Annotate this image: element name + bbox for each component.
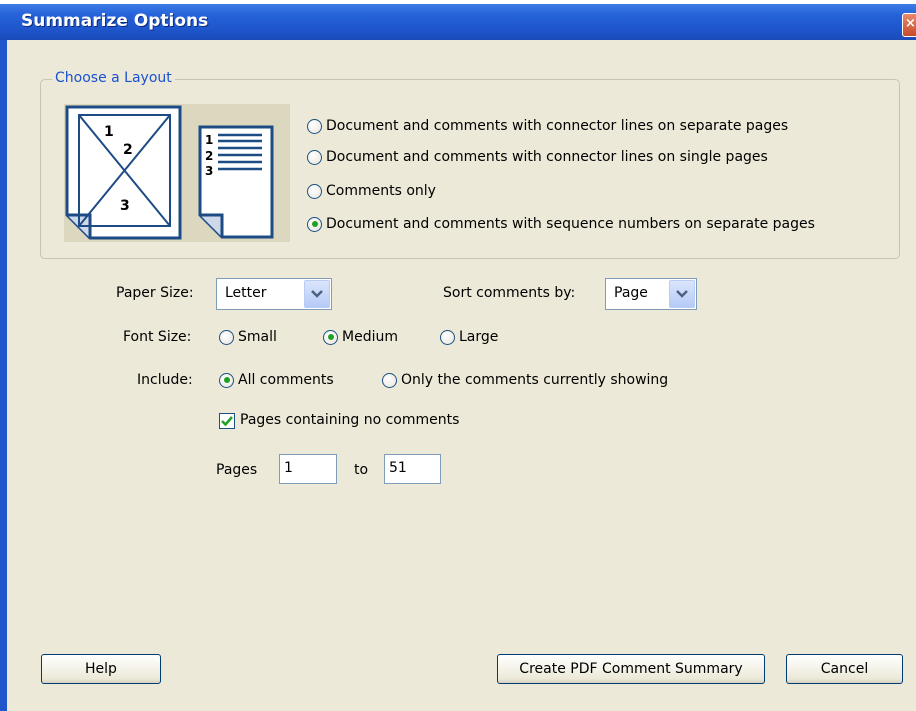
illus-num-left-2: 2	[123, 142, 133, 158]
pages-to-label: to	[354, 462, 369, 478]
pages-no-comments-label: Pages containing no comments	[240, 412, 460, 428]
help-button[interactable]: Help	[41, 654, 161, 684]
font-size-small[interactable]: Small	[219, 329, 277, 345]
include-label: Include:	[137, 372, 193, 388]
radio-icon[interactable]	[307, 183, 322, 199]
font-size-large[interactable]: Large	[440, 329, 498, 345]
create-summary-button[interactable]: Create PDF Comment Summary	[497, 654, 765, 684]
illus-num-left-1: 1	[104, 124, 114, 140]
paper-size-label: Paper Size:	[116, 285, 194, 301]
illus-num-right-2: 2	[205, 149, 213, 163]
paper-size-value: Letter	[225, 285, 267, 301]
radio-icon[interactable]	[219, 329, 234, 345]
cancel-button[interactable]: Cancel	[786, 654, 903, 684]
font-size-medium[interactable]: Medium	[323, 329, 398, 345]
illus-num-left-3: 3	[120, 198, 130, 214]
checkmark-icon	[221, 416, 233, 427]
radio-checked-icon[interactable]	[219, 372, 234, 388]
illus-num-right-3: 3	[205, 164, 213, 178]
radio-checked-icon[interactable]	[307, 216, 322, 232]
sort-select[interactable]: Page	[605, 278, 697, 310]
radio-icon[interactable]	[382, 372, 397, 388]
pages-label: Pages	[216, 462, 258, 478]
layout-group-legend: Choose a Layout	[52, 70, 175, 86]
layout-option-sequence-numbers[interactable]: Document and comments with sequence numb…	[307, 216, 815, 232]
font-size-label: Font Size:	[123, 329, 192, 345]
pages-no-comments-checkbox[interactable]	[219, 413, 235, 429]
close-button[interactable]: ×	[902, 13, 916, 37]
layout-option-connector-separate[interactable]: Document and comments with connector lin…	[307, 118, 788, 134]
title-bar: Summarize Options	[0, 0, 916, 40]
sort-label: Sort comments by:	[443, 285, 576, 301]
include-showing-comments[interactable]: Only the comments currently showing	[382, 372, 668, 388]
illus-num-right-1: 1	[205, 133, 213, 147]
radio-checked-icon[interactable]	[323, 329, 338, 345]
window-border	[0, 40, 7, 711]
include-all-comments[interactable]: All comments	[219, 372, 334, 388]
layout-option-comments-only[interactable]: Comments only	[307, 183, 436, 199]
layout-illustration: 1 2 3 1 2 3	[64, 104, 290, 246]
radio-icon[interactable]	[307, 149, 322, 165]
sort-value: Page	[614, 285, 648, 301]
paper-size-select[interactable]: Letter	[216, 278, 332, 310]
radio-icon[interactable]	[440, 329, 455, 345]
pages-to-input[interactable]: 51	[384, 454, 441, 484]
chevron-down-icon[interactable]	[669, 280, 695, 308]
pages-from-input[interactable]: 1	[279, 454, 337, 484]
chevron-down-icon[interactable]	[304, 280, 330, 308]
radio-icon[interactable]	[307, 118, 322, 134]
layout-option-connector-single[interactable]: Document and comments with connector lin…	[307, 149, 768, 165]
window-title: Summarize Options	[21, 11, 209, 31]
